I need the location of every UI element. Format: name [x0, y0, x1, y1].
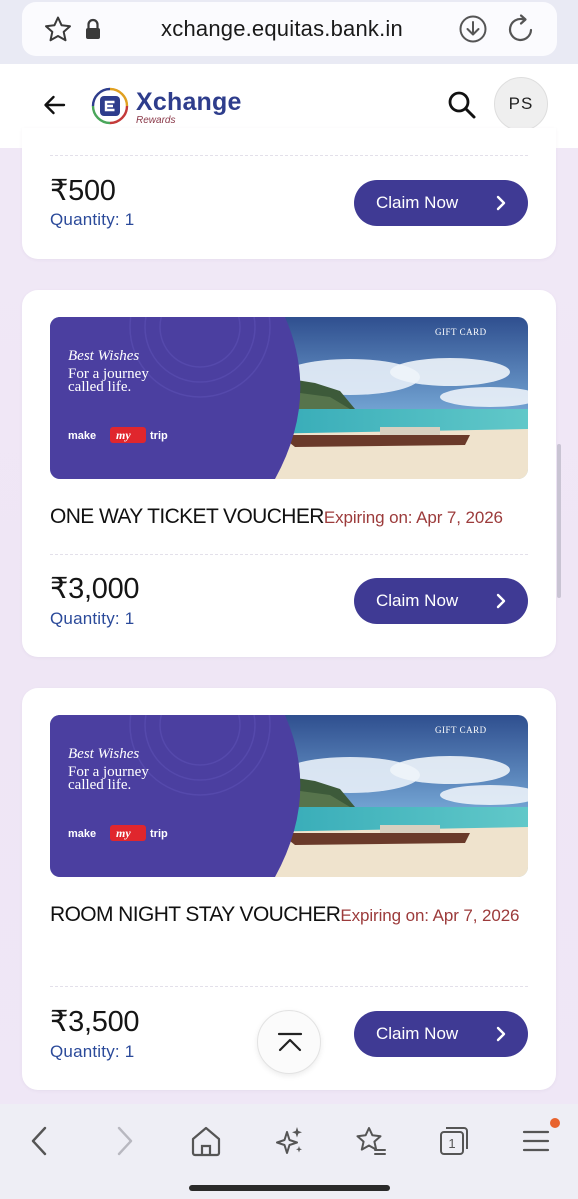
voucher-quantity: Quantity: 1	[50, 1042, 135, 1061]
divider	[50, 155, 528, 156]
divider	[50, 986, 528, 987]
url-text[interactable]: xchange.equitas.bank.in	[122, 16, 442, 42]
browser-toolbar: xchange.equitas.bank.in	[0, 0, 578, 64]
banner-brand-left: make	[68, 828, 96, 840]
banner-brand-right: trip	[150, 430, 168, 442]
scroll-to-top-button[interactable]	[257, 1010, 321, 1074]
back-icon[interactable]	[23, 1124, 57, 1158]
voucher-card: Best Wishes For a journey called life. m…	[22, 290, 556, 657]
forward-icon[interactable]	[107, 1124, 141, 1158]
banner-greeting: Best Wishes	[68, 746, 139, 762]
voucher-banner-image[interactable]: Best Wishes For a journey called life. m…	[50, 317, 528, 479]
banner-tag: GIFT CARD	[435, 327, 487, 337]
voucher-price: ₹3,500	[50, 1006, 140, 1038]
voucher-card: ₹500 Quantity: 1 Claim Now	[22, 128, 556, 259]
search-icon[interactable]	[447, 90, 477, 120]
claim-now-button[interactable]: Claim Now	[354, 1011, 528, 1057]
claim-now-label: Claim Now	[376, 591, 459, 610]
favorites-icon[interactable]	[354, 1124, 388, 1158]
banner-tag: GIFT CARD	[435, 725, 487, 735]
voucher-price: ₹3,000	[50, 573, 140, 605]
xchange-logo-icon	[91, 87, 129, 125]
home-icon[interactable]	[189, 1124, 223, 1158]
voucher-banner-image[interactable]: Best Wishes For a journey called life. m…	[50, 715, 528, 877]
claim-now-label: Claim Now	[376, 1024, 459, 1043]
tab-count: 1	[448, 1136, 455, 1151]
tabs-icon[interactable]: 1	[437, 1124, 471, 1158]
banner-greeting: Best Wishes	[68, 348, 139, 364]
divider	[50, 554, 528, 555]
voucher-quantity: Quantity: 1	[50, 210, 135, 229]
logo-subtitle: Rewards	[136, 115, 176, 126]
lock-icon	[86, 18, 100, 39]
download-icon[interactable]	[458, 14, 488, 44]
voucher-title-row: ONE WAY TICKET VOUCHERExpiring on: Apr 7…	[50, 500, 530, 536]
banner-brand-left: make	[68, 430, 96, 442]
address-bar[interactable]: xchange.equitas.bank.in	[22, 2, 557, 56]
claim-now-button[interactable]: Claim Now	[354, 578, 528, 624]
chevron-right-icon	[496, 195, 506, 211]
voucher-title: ROOM NIGHT STAY VOUCHER	[50, 903, 341, 926]
voucher-price: ₹500	[50, 175, 116, 207]
claim-now-label: Claim Now	[376, 193, 459, 212]
scrollbar-thumb[interactable]	[557, 444, 561, 598]
banner-line2: called life.	[68, 777, 131, 793]
claim-now-button[interactable]: Claim Now	[354, 180, 528, 226]
chevron-right-icon	[496, 1026, 506, 1042]
avatar[interactable]: PS	[494, 77, 548, 131]
logo-title: Xchange	[136, 88, 242, 116]
menu-icon[interactable]	[519, 1124, 553, 1158]
chevron-right-icon	[496, 593, 506, 609]
voucher-quantity: Quantity: 1	[50, 609, 135, 628]
notification-dot	[550, 1118, 560, 1128]
banner-line2: called life.	[68, 379, 131, 395]
banner-brand-mid: my	[116, 428, 131, 442]
home-indicator[interactable]	[189, 1185, 390, 1191]
voucher-expiry: Expiring on: Apr 7, 2026	[323, 508, 503, 527]
arrow-left-icon[interactable]	[42, 92, 68, 118]
chevron-up-icon	[277, 1032, 303, 1052]
voucher-expiry: Expiring on: Apr 7, 2026	[340, 906, 520, 925]
star-icon[interactable]	[42, 14, 74, 46]
voucher-title-row: ROOM NIGHT STAY VOUCHERExpiring on: Apr …	[50, 898, 530, 934]
banner-brand-right: trip	[150, 828, 168, 840]
reload-icon[interactable]	[506, 13, 536, 45]
sparkle-icon[interactable]	[272, 1124, 306, 1158]
banner-brand-mid: my	[116, 826, 131, 840]
voucher-title: ONE WAY TICKET VOUCHER	[50, 505, 324, 528]
